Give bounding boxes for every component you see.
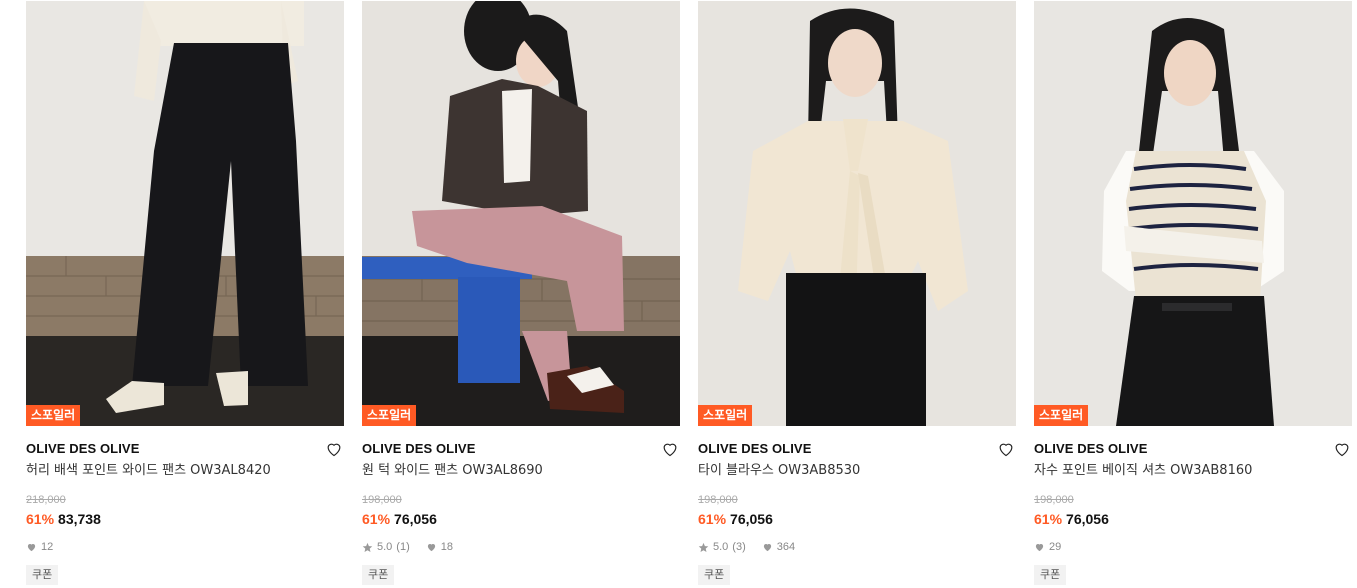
spoiler-badge: 스포일러 <box>362 405 417 426</box>
star-icon <box>698 542 709 553</box>
product-image[interactable]: 스포일러 <box>698 1 1016 426</box>
price-row: 61% 76,056 <box>1034 510 1352 528</box>
product-grid: 스포일러 OLIVE DES OLIVE 허리 배색 포인트 와이드 팬츠 OW… <box>26 1 1352 585</box>
sale-price: 83,738 <box>58 511 101 527</box>
brand-name[interactable]: OLIVE DES OLIVE <box>26 438 344 460</box>
coupon-tag: 쿠폰 <box>362 565 395 585</box>
brand-name[interactable]: OLIVE DES OLIVE <box>1034 438 1352 460</box>
price-row: 61% 76,056 <box>362 510 680 528</box>
coupon-tag: 쿠폰 <box>26 565 59 585</box>
rating-score: 5.0 <box>377 541 393 553</box>
original-price: 218,000 <box>26 494 66 506</box>
like-count: 29 <box>1049 541 1062 553</box>
price-row: 61% 83,738 <box>26 510 344 528</box>
original-price: 198,000 <box>362 494 402 506</box>
review-count: (3) <box>732 541 746 553</box>
coupon-tag: 쿠폰 <box>698 565 731 585</box>
discount-rate: 61% <box>362 511 391 527</box>
heart-outline-icon[interactable] <box>1332 439 1352 459</box>
product-stats: 29 <box>1034 540 1352 554</box>
product-name[interactable]: 타이 블라우스 OW3AB8530 <box>698 462 1016 480</box>
coupon-tag: 쿠폰 <box>1034 565 1067 585</box>
product-photo-pants <box>26 1 344 426</box>
product-photo-tie-blouse <box>698 1 1016 426</box>
review-count: (1) <box>396 541 410 553</box>
rating-score: 5.0 <box>713 541 729 553</box>
product-image[interactable]: 스포일러 <box>1034 1 1352 426</box>
sale-price: 76,056 <box>730 511 773 527</box>
product-image[interactable]: 스포일러 <box>362 1 680 426</box>
like-count: 12 <box>41 541 54 553</box>
star-icon <box>362 542 373 553</box>
product-photo-wide-pants <box>362 1 680 426</box>
discount-rate: 61% <box>26 511 55 527</box>
product-card[interactable]: 스포일러 OLIVE DES OLIVE 타이 블라우스 OW3AB8530 1… <box>698 1 1016 585</box>
original-price: 198,000 <box>698 494 738 506</box>
product-stats: 5.0 (1) 18 <box>362 540 680 554</box>
discount-rate: 61% <box>698 511 727 527</box>
heart-filled-icon <box>26 542 37 553</box>
product-card[interactable]: 스포일러 OLIVE DES OLIVE 자수 포인트 베이직 셔츠 OW3AB… <box>1034 1 1352 585</box>
spoiler-badge: 스포일러 <box>698 405 753 426</box>
product-name[interactable]: 자수 포인트 베이직 셔츠 OW3AB8160 <box>1034 462 1352 480</box>
discount-rate: 61% <box>1034 511 1063 527</box>
brand-name[interactable]: OLIVE DES OLIVE <box>698 438 1016 460</box>
product-photo-knit-vest <box>1034 1 1352 426</box>
sale-price: 76,056 <box>1066 511 1109 527</box>
like-count: 364 <box>776 541 796 553</box>
heart-filled-icon <box>1034 542 1045 553</box>
product-card[interactable]: 스포일러 OLIVE DES OLIVE 원 턱 와이드 팬츠 OW3AL869… <box>362 1 680 585</box>
heart-outline-icon[interactable] <box>324 439 344 459</box>
heart-filled-icon <box>762 542 773 553</box>
heart-outline-icon[interactable] <box>660 439 680 459</box>
heart-filled-icon <box>426 542 437 553</box>
heart-outline-icon[interactable] <box>996 439 1016 459</box>
product-name[interactable]: 허리 배색 포인트 와이드 팬츠 OW3AL8420 <box>26 462 344 480</box>
product-image[interactable]: 스포일러 <box>26 1 344 426</box>
product-name[interactable]: 원 턱 와이드 팬츠 OW3AL8690 <box>362 462 680 480</box>
original-price: 198,000 <box>1034 494 1074 506</box>
sale-price: 76,056 <box>394 511 437 527</box>
spoiler-badge: 스포일러 <box>26 405 81 426</box>
product-stats: 12 <box>26 540 344 554</box>
like-count: 18 <box>440 541 453 553</box>
product-stats: 5.0 (3) 364 <box>698 540 1016 554</box>
price-row: 61% 76,056 <box>698 510 1016 528</box>
brand-name[interactable]: OLIVE DES OLIVE <box>362 438 680 460</box>
spoiler-badge: 스포일러 <box>1034 405 1089 426</box>
product-card[interactable]: 스포일러 OLIVE DES OLIVE 허리 배색 포인트 와이드 팬츠 OW… <box>26 1 344 585</box>
